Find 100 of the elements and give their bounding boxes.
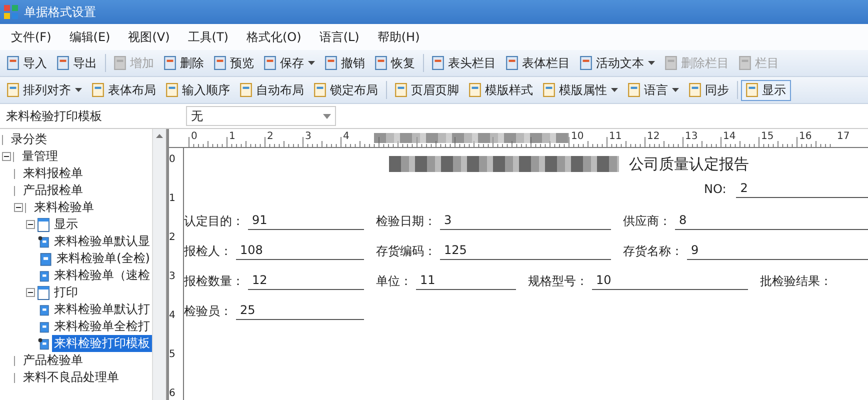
field-value: 91 [248,213,364,230]
toolbar-button[interactable]: 删除 [159,52,209,74]
toolbar-button[interactable]: 锁定布局 [309,80,383,100]
menu-item[interactable]: 帮助(H) [370,26,427,48]
page-icon [746,83,758,97]
field-value: 10 [592,273,748,290]
template-name: 来料检验打印模板 [5,108,103,124]
page-icon [689,83,701,97]
toolbar-button[interactable]: 恢复 [370,52,420,74]
caret-icon [308,61,315,65]
page-icon [432,56,444,70]
page-icon [264,56,276,70]
menu-item[interactable]: 编辑(E) [62,26,118,48]
field-label: 存货名称： [623,243,683,260]
tree-item[interactable]: 来料检验单默认显 [52,233,152,250]
page-icon [114,56,126,70]
toolbar-button[interactable]: 预览 [209,52,259,74]
tree-item[interactable]: 来料检验单全检打 [52,318,152,335]
field-value: 11 [416,273,516,290]
caret-icon [648,61,655,65]
toolbar-button[interactable]: 显示 [741,80,791,100]
scrollbar[interactable] [152,129,166,400]
toolbar-button[interactable]: 活动文本 [575,52,660,74]
toolbar-button[interactable]: 语言 [623,80,684,100]
caret-icon [611,88,618,92]
app-grid-icon [4,5,18,19]
expander-icon[interactable] [14,203,23,212]
field-label: 供应商： [623,213,671,230]
menu-item[interactable]: 文件(F) [4,26,58,48]
toolbar-button[interactable]: 撤销 [320,52,370,74]
template-dropdown[interactable]: 无 [186,106,336,126]
toolbar-button[interactable]: 排列对齐 [2,80,87,100]
field-label: 报检数量： [184,273,244,290]
field-value: 25 [236,303,364,320]
page-icon [314,83,326,97]
page-icon [164,56,176,70]
toolbar-button[interactable]: 自动布局 [235,80,309,100]
tree-item[interactable]: 来料检验单(全检) [54,250,152,267]
caret-icon [323,114,331,118]
tree-item[interactable]: 产品报检单 [21,182,85,199]
page-icon [92,83,104,97]
caret-icon [672,88,679,92]
page-icon [543,83,555,97]
menu-item[interactable]: 视图(V) [121,26,177,48]
window-title: 单据格式设置 [24,4,96,20]
scroll-up-arrow-icon [156,134,163,138]
toolbar-button[interactable]: 表体栏目 [501,52,575,74]
page-icon [7,56,19,70]
folder-page-icon [37,218,50,232]
tree-item[interactable]: 录分类 [9,131,49,148]
menu-item[interactable]: 语言(L) [312,26,366,48]
expander-icon[interactable] [2,152,11,161]
menu-item[interactable]: 工具(T) [180,26,236,48]
field-label: 检验员： [184,303,232,320]
field-label: 批检验结果： [760,273,832,290]
toolbar-button[interactable]: 模版样式 [464,80,538,100]
tree-item[interactable]: 来料检验单默认打 [52,301,152,318]
expander-icon[interactable] [26,220,35,229]
tree-item[interactable]: 来料报检单 [21,165,85,182]
field-value: 8 [675,213,868,230]
tree-item[interactable]: 量管理 [20,148,60,165]
tree-item[interactable]: 打印 [52,284,80,301]
page-icon [395,83,407,97]
page-icon [469,83,481,97]
toolbar-button[interactable]: 导出 [52,52,102,74]
page-icon [580,56,592,70]
page-icon [240,83,252,97]
tree-item[interactable]: 产品检验单 [21,352,85,369]
field-value: 125 [440,243,611,260]
page-icon [57,56,69,70]
tree-item[interactable]: 来料检验单（速检 [52,267,152,284]
toolbar-button[interactable]: 导入 [2,52,52,74]
tree-item[interactable]: 显示 [52,216,80,233]
tree-item[interactable]: 来料检验单 [32,199,96,216]
field-label: 存货编码： [376,243,436,260]
toolbar-button[interactable]: 页眉页脚 [390,80,464,100]
report-title: 公司质量认定报告 [629,154,749,174]
field-value: 108 [236,243,364,260]
caret-icon [75,88,82,92]
field-value: 3 [440,213,611,230]
field-value: 2 [736,180,868,198]
field-label: 检验日期： [376,213,436,230]
toolbar-button[interactable]: 输入顺序 [161,80,235,100]
page-icon [166,83,178,97]
menu-item[interactable]: 格式化(O) [240,26,308,48]
tree-item[interactable]: 来料检验打印模板 [52,335,152,352]
page-icon [506,56,518,70]
page-icon [7,83,19,97]
vertical-ruler: 0 1 2 3 4 5 6 [169,148,184,400]
expander-icon[interactable] [26,288,35,297]
field-label: 认定目的： [184,213,244,230]
field-label: 单位： [376,273,412,290]
field-value: 12 [248,273,364,290]
toolbar-button[interactable]: 表体布局 [87,80,161,100]
toolbar-button[interactable]: 同步 [684,80,734,100]
page-icon [665,56,677,70]
toolbar-button[interactable]: 保存 [259,52,320,74]
toolbar-button[interactable]: 模版属性 [538,80,623,100]
toolbar-button[interactable]: 表头栏目 [427,52,501,74]
tree-item[interactable]: 来料不良品处理单 [21,369,121,386]
